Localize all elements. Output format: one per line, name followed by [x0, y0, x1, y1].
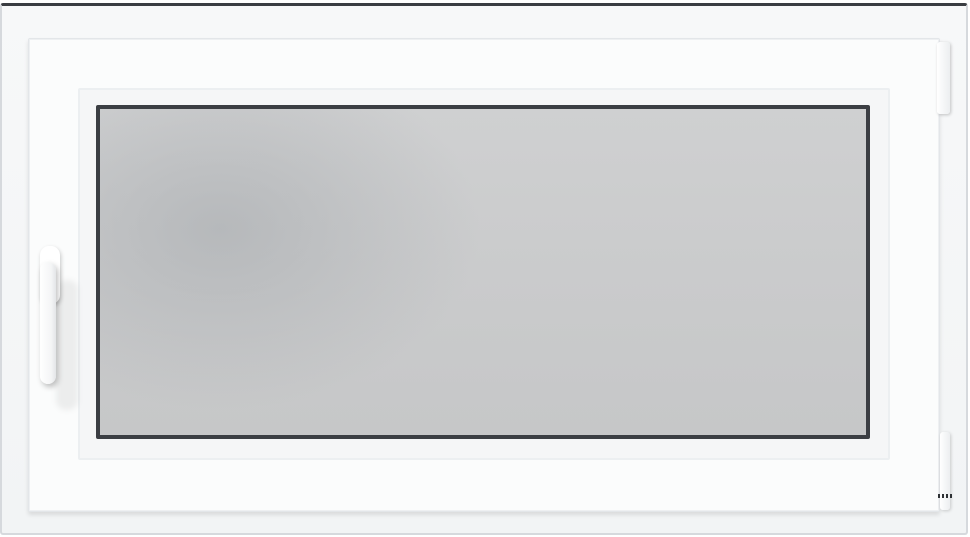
hinge-marking	[938, 494, 952, 498]
glass-pane	[96, 105, 870, 439]
bottom-hinge-icon	[940, 432, 950, 510]
window-handle-icon[interactable]	[40, 262, 56, 384]
handle-shadow	[56, 280, 78, 410]
top-hinge-icon	[937, 42, 950, 114]
